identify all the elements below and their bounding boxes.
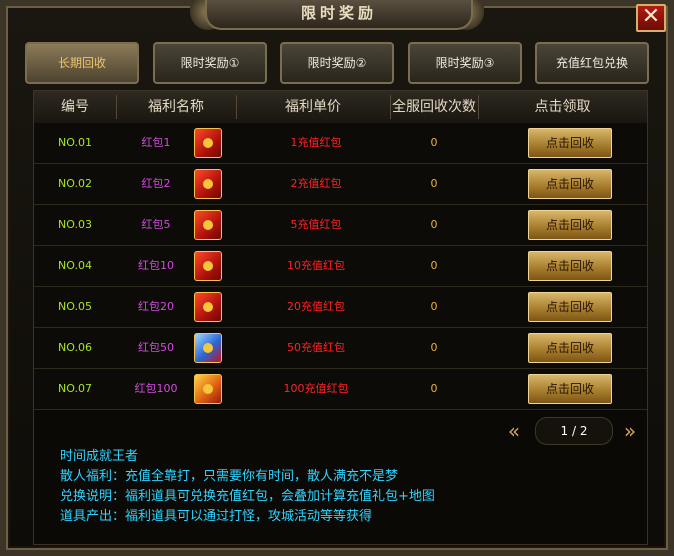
header-name: 福利名称 (148, 99, 204, 115)
row-number: NO.07 (58, 382, 92, 395)
tab-recharge-redpack-exchange[interactable]: 充值红包兑换 (535, 42, 649, 84)
row-recycle-count: 0 (430, 218, 438, 231)
blue-red-envelope-icon (194, 333, 222, 363)
table-row: NO.04 红包10 10充值红包 0 点击回收 (34, 246, 647, 287)
row-recycle-count: 0 (430, 300, 438, 313)
recycle-button[interactable]: 点击回收 (528, 251, 612, 281)
table-row: NO.06 红包50 50充值红包 0 点击回收 (34, 328, 647, 369)
row-unit-price: 5充值红包 (290, 218, 342, 231)
row-item-name: 红包20 (138, 300, 174, 313)
double-right-arrow-icon[interactable]: » (617, 418, 643, 444)
recycle-button[interactable]: 点击回收 (528, 169, 612, 199)
row-item-name: 红包50 (138, 341, 174, 354)
tab-limited-reward-3[interactable]: 限时奖励③ (408, 42, 522, 84)
row-number: NO.02 (58, 177, 92, 190)
table-row: NO.03 红包5 5充值红包 0 点击回收 (34, 205, 647, 246)
row-number: NO.01 (58, 136, 92, 149)
note-line: 时间成就王者 (60, 449, 139, 464)
table-row: NO.07 红包100 100充值红包 0 点击回收 (34, 369, 647, 410)
row-number: NO.03 (58, 218, 92, 231)
row-item-name: 红包5 (141, 218, 171, 231)
tab-long-term-recycle[interactable]: 长期回收 (25, 42, 139, 84)
row-unit-price: 1充值红包 (290, 136, 342, 149)
row-number: NO.06 (58, 341, 92, 354)
row-item-name: 红包1 (141, 136, 171, 149)
row-unit-price: 20充值红包 (287, 300, 345, 313)
header-claim: 点击领取 (534, 99, 591, 115)
recycle-button[interactable]: 点击回收 (528, 210, 612, 240)
close-icon: ✕ (641, 4, 661, 29)
page-indicator: 1 / 2 (535, 417, 613, 445)
tab-limited-reward-1[interactable]: 限时奖励① (153, 42, 267, 84)
row-number: NO.05 (58, 300, 92, 313)
table-row: NO.02 红包2 2充值红包 0 点击回收 (34, 164, 647, 205)
info-notes: 时间成就王者 散人福利：充值全靠打，只需要你有时间，散人满充不是梦 兑换说明：福… (60, 447, 640, 527)
row-unit-price: 2充值红包 (290, 177, 342, 190)
close-button[interactable]: ✕ (636, 4, 666, 32)
row-item-name: 红包2 (141, 177, 171, 190)
window-title: 限时奖励 (205, 0, 473, 30)
red-envelope-icon (194, 128, 222, 158)
tab-limited-reward-2[interactable]: 限时奖励② (280, 42, 394, 84)
table-header: 编号 福利名称 福利单价 全服回收次数 点击领取 (34, 91, 647, 124)
note-line: 散人福利：充值全靠打，只需要你有时间，散人满充不是梦 (60, 469, 399, 484)
row-recycle-count: 0 (430, 136, 438, 149)
row-unit-price: 50充值红包 (287, 341, 345, 354)
row-recycle-count: 0 (430, 259, 438, 272)
row-unit-price: 100充值红包 (283, 382, 349, 395)
row-recycle-count: 0 (430, 382, 438, 395)
red-envelope-icon (194, 292, 222, 322)
row-number: NO.04 (58, 259, 92, 272)
row-recycle-count: 0 (430, 177, 438, 190)
recycle-button[interactable]: 点击回收 (528, 374, 612, 404)
row-recycle-count: 0 (430, 341, 438, 354)
red-envelope-icon (194, 210, 222, 240)
reward-panel: 编号 福利名称 福利单价 全服回收次数 点击领取 NO.01 红包1 1充值红包… (33, 90, 648, 545)
header-number: 编号 (61, 99, 89, 115)
table-row: NO.01 红包1 1充值红包 0 点击回收 (34, 123, 647, 164)
red-envelope-icon (194, 169, 222, 199)
note-line: 兑换说明：福利道具可兑换充值红包，会叠加计算充值礼包+地图 (60, 489, 435, 504)
double-left-arrow-icon[interactable]: « (501, 418, 527, 444)
note-line: 道具产出：福利道具可以通过打怪，攻城活动等等获得 (60, 509, 373, 524)
row-unit-price: 10充值红包 (287, 259, 345, 272)
red-envelope-icon (194, 251, 222, 281)
header-server-count: 全服回收次数 (392, 99, 476, 115)
table-row: NO.05 红包20 20充值红包 0 点击回收 (34, 287, 647, 328)
recycle-button[interactable]: 点击回收 (528, 128, 612, 158)
recycle-button[interactable]: 点击回收 (528, 292, 612, 322)
pagination: « 1 / 2 » (501, 416, 646, 446)
recycle-button[interactable]: 点击回收 (528, 333, 612, 363)
tab-bar: 长期回收 限时奖励① 限时奖励② 限时奖励③ 充值红包兑换 (25, 42, 649, 84)
row-item-name: 红包10 (138, 259, 174, 272)
header-unit-price: 福利单价 (285, 99, 341, 115)
row-item-name: 红包100 (134, 382, 178, 395)
gold-red-envelope-icon (194, 374, 222, 404)
